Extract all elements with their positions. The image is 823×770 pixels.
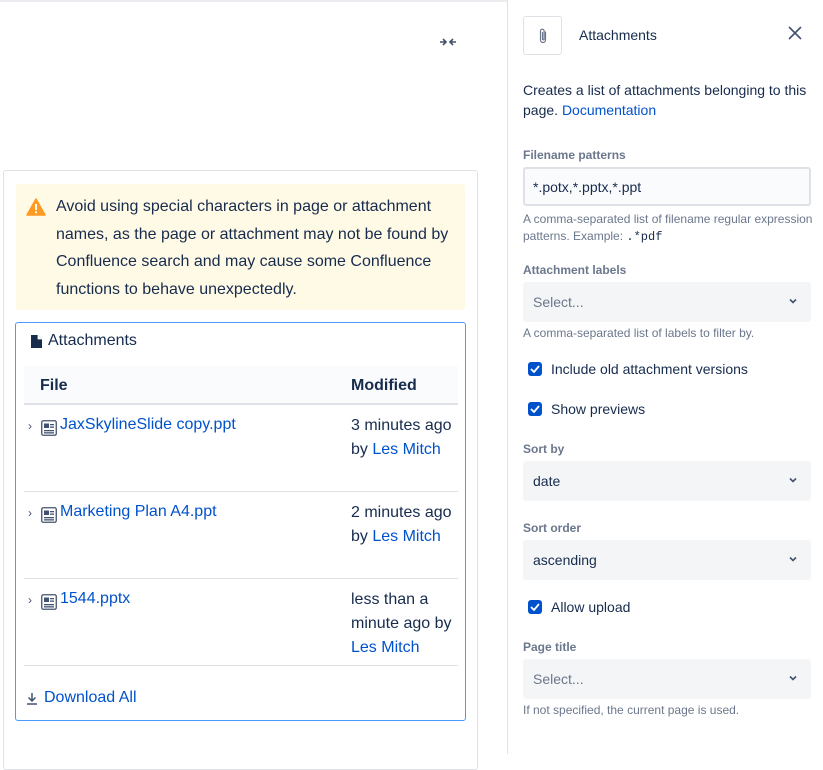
close-button[interactable] (784, 22, 806, 44)
download-icon (27, 692, 37, 705)
documentation-link[interactable]: Documentation (562, 102, 656, 118)
table-row: › JaxSkylineSlide copy.ppt 3 minutes ago… (24, 405, 458, 492)
author-link[interactable]: Les Mitch (372, 528, 440, 545)
checkbox-checked-icon (528, 402, 542, 416)
sort-by-label: Sort by (523, 442, 565, 456)
modified-cell: 2 minutes ago by Les Mitch (351, 501, 456, 549)
sort-by-select[interactable]: date (523, 461, 811, 501)
author-link[interactable]: Les Mitch (372, 441, 440, 458)
column-header-file: File (40, 377, 68, 394)
panel-description: Creates a list of attachments belonging … (523, 80, 813, 120)
panel-title: Attachments (579, 27, 657, 43)
table-row: › Marketing Plan A4.ppt 2 minutes ago by… (24, 492, 458, 579)
download-all-link[interactable]: Download All (26, 689, 137, 707)
filename-patterns-label: Filename patterns (523, 148, 626, 162)
filename-patterns-help: A comma-separated list of filename regul… (523, 211, 813, 246)
filename-patterns-help-text: A comma-separated list of filename regul… (523, 212, 813, 243)
attachment-link[interactable]: 1544.pptx (60, 590, 130, 608)
download-all-label: Download All (44, 689, 137, 706)
include-old-versions-label: Include old attachment versions (551, 361, 748, 377)
filename-patterns-example: .*pdf (626, 230, 663, 244)
chevron-right-icon[interactable]: › (28, 419, 32, 433)
warning-icon (26, 198, 46, 216)
attachment-labels-help: A comma-separated list of labels to filt… (523, 326, 755, 340)
chevron-down-icon (789, 556, 797, 562)
collapse-icon (440, 38, 456, 46)
table-header: File Modified (24, 366, 458, 405)
presentation-file-icon (41, 594, 57, 610)
presentation-file-icon (41, 420, 57, 436)
document-icon (31, 334, 42, 348)
attachment-labels-placeholder: Select... (533, 294, 584, 310)
allow-upload-label: Allow upload (551, 599, 631, 615)
attachments-heading: Attachments (31, 332, 137, 350)
presentation-file-icon (41, 507, 57, 523)
paperclip-icon (539, 28, 546, 43)
macro-config-panel: Attachments Creates a list of attachment… (507, 0, 823, 754)
attachment-link[interactable]: Marketing Plan A4.ppt (60, 503, 217, 521)
filename-patterns-input[interactable] (523, 167, 811, 206)
sort-order-label: Sort order (523, 521, 582, 535)
checkbox-checked-icon (528, 600, 542, 614)
attachment-link[interactable]: JaxSkylineSlide copy.ppt (60, 416, 236, 434)
modified-time: less than a minute ago by (351, 591, 452, 632)
chevron-down-icon (789, 477, 797, 483)
page-title-label: Page title (523, 640, 577, 654)
macro-icon-tile (523, 16, 562, 55)
chevron-right-icon[interactable]: › (28, 506, 32, 520)
page-title-select[interactable]: Select... (523, 659, 811, 699)
column-header-modified: Modified (351, 377, 417, 394)
table-row: › 1544.pptx less than a minute ago by Le… (24, 579, 458, 666)
attachments-macro[interactable]: Attachments File Modified › JaxSkylineSl… (15, 322, 466, 721)
show-previews-label: Show previews (551, 401, 646, 417)
attachments-table: File Modified › JaxSkylineSlide copy.ppt… (24, 366, 458, 666)
chevron-right-icon[interactable]: › (28, 593, 32, 607)
chevron-down-icon (789, 675, 797, 681)
checkbox-checked-icon (528, 362, 542, 376)
modified-cell: less than a minute ago by Les Mitch (351, 588, 456, 660)
attachment-labels-select[interactable]: Select... (523, 282, 811, 322)
close-icon (788, 26, 802, 40)
warning-text: Avoid using special characters in page o… (56, 198, 449, 298)
sort-by-value: date (533, 473, 561, 489)
author-link[interactable]: Les Mitch (351, 639, 419, 656)
page-title-placeholder: Select... (533, 671, 584, 687)
include-old-versions-checkbox[interactable]: Include old attachment versions (528, 361, 748, 377)
sort-order-value: ascending (533, 552, 597, 568)
allow-upload-checkbox[interactable]: Allow upload (528, 599, 630, 615)
warning-panel: Avoid using special characters in page o… (16, 184, 465, 310)
sort-order-select[interactable]: ascending (523, 540, 811, 580)
chevron-down-icon (789, 298, 797, 304)
show-previews-checkbox[interactable]: Show previews (528, 401, 645, 417)
attachment-labels-label: Attachment labels (523, 263, 627, 277)
collapse-width-button[interactable] (437, 31, 459, 53)
modified-cell: 3 minutes ago by Les Mitch (351, 414, 456, 462)
page-title-help: If not specified, the current page is us… (523, 703, 740, 717)
attachments-title: Attachments (48, 332, 137, 349)
